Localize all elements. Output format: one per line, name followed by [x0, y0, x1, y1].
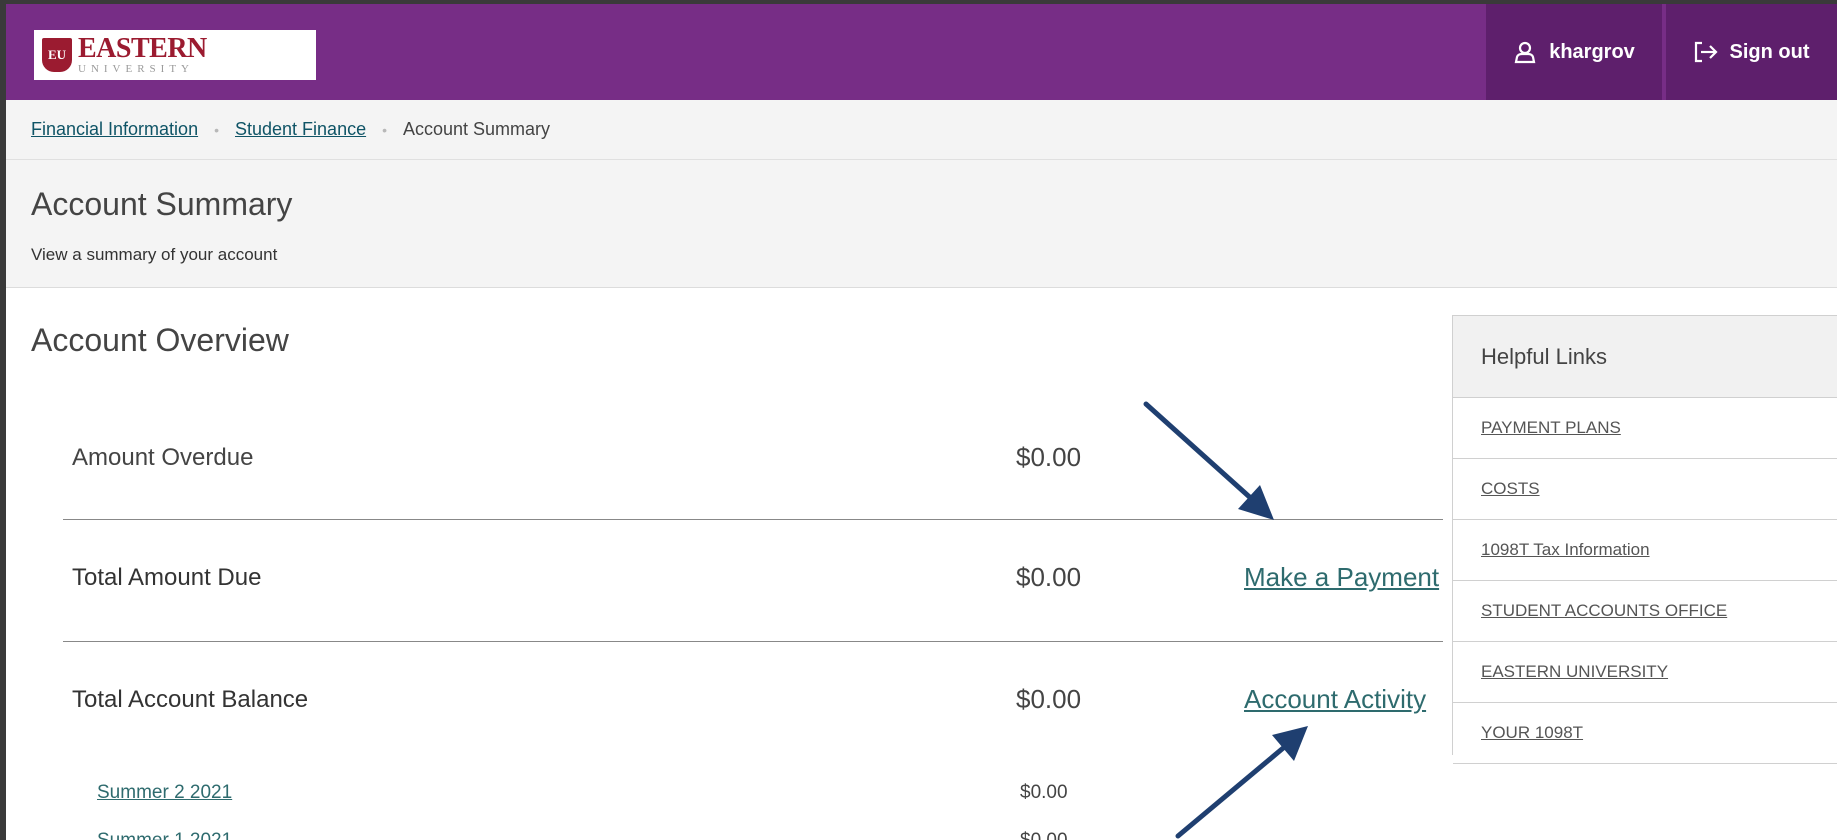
arrow-to-account-activity: [1175, 726, 1308, 839]
annotation-arrows: [1143, 401, 1308, 839]
app-window: EU EASTERN UNIVERSITY khargrov Sign out …: [6, 0, 1837, 840]
arrow-to-make-payment: [1143, 401, 1274, 520]
